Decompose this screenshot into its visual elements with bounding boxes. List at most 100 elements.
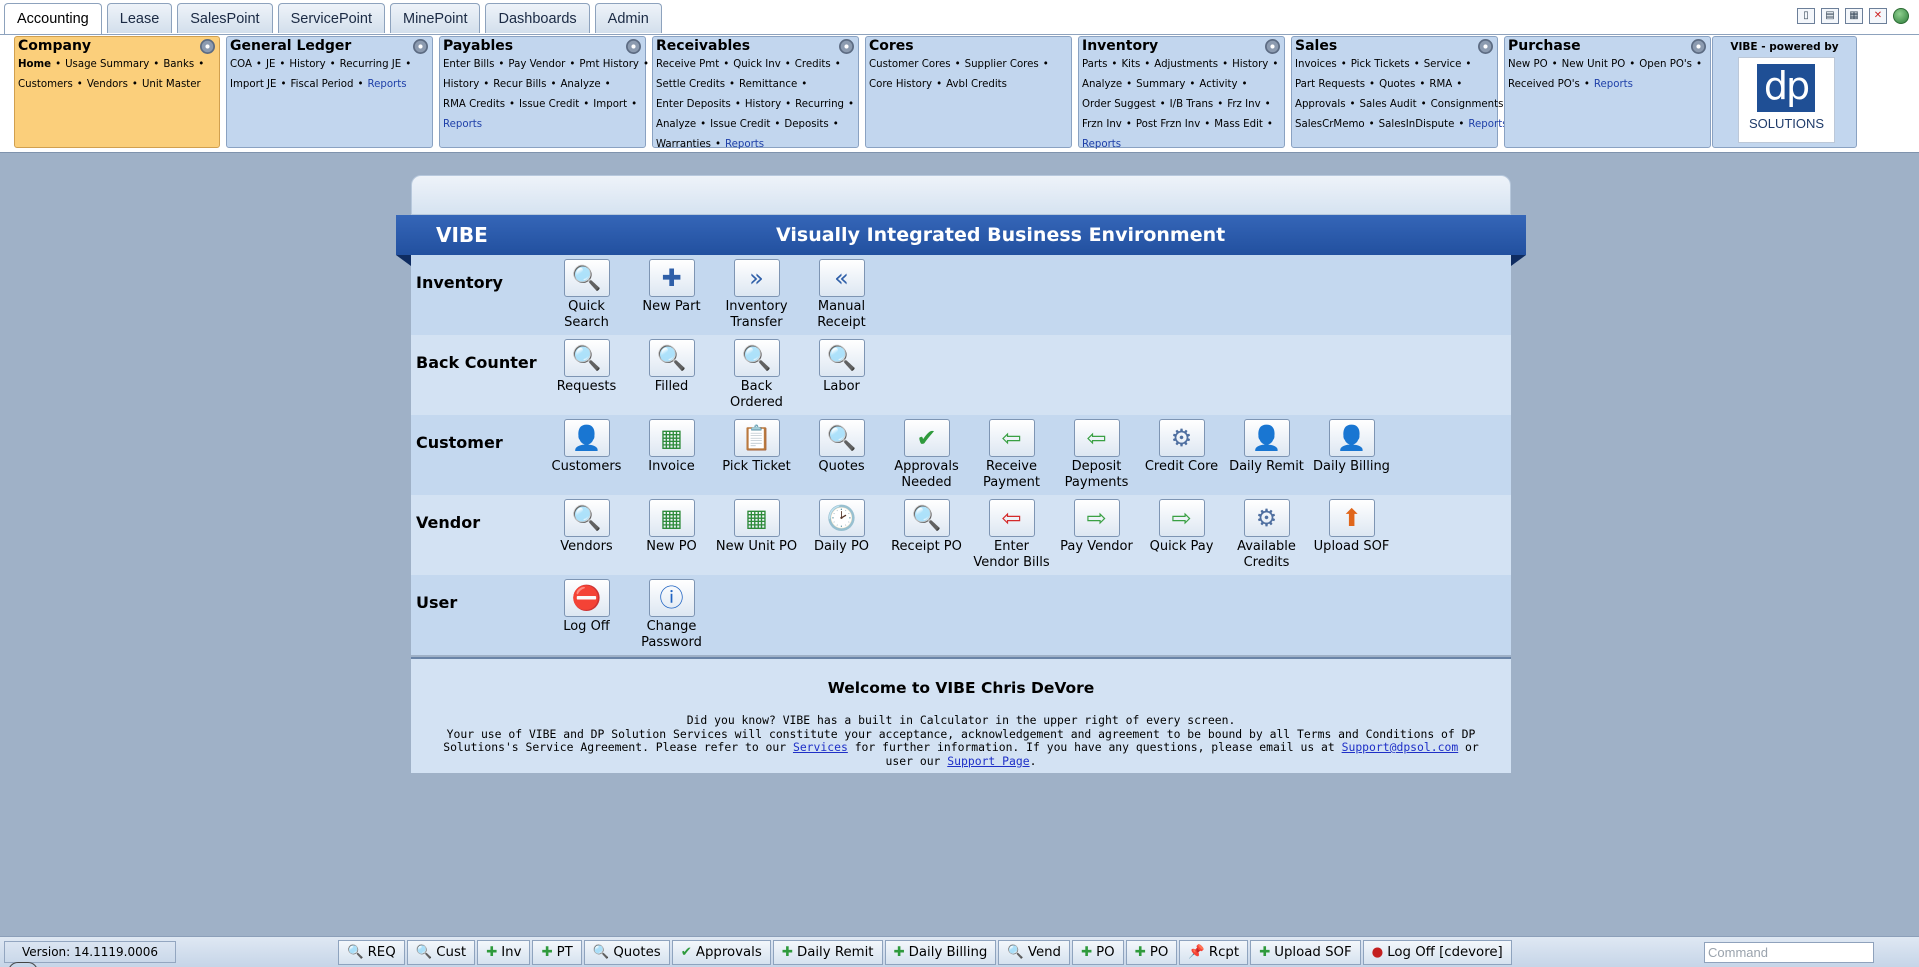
vendors-button[interactable]: 🔍 Vendors bbox=[544, 499, 629, 571]
daily-remit-button[interactable]: 👤 Daily Remit bbox=[1224, 419, 1309, 491]
link-frz-inv[interactable]: Frz Inv bbox=[1227, 99, 1260, 110]
link-history[interactable]: History bbox=[1232, 59, 1268, 70]
link-receive-pmt[interactable]: Receive Pmt bbox=[656, 59, 719, 70]
gear-icon[interactable] bbox=[1478, 39, 1493, 54]
link-enter-bills[interactable]: Enter Bills bbox=[443, 59, 494, 70]
receive-payment-button[interactable]: ⇦ Receive Payment bbox=[969, 419, 1054, 491]
link-rma[interactable]: RMA bbox=[1429, 79, 1452, 90]
tab-admin[interactable]: Admin bbox=[594, 3, 662, 33]
link-import-je[interactable]: Import JE bbox=[230, 79, 277, 90]
link-mass-edit[interactable]: Mass Edit bbox=[1214, 119, 1263, 130]
tab-lease[interactable]: Lease bbox=[106, 3, 173, 33]
link-fiscal-period[interactable]: Fiscal Period bbox=[291, 79, 354, 90]
receipt-po-button[interactable]: 🔍 Receipt PO bbox=[884, 499, 969, 571]
link-kits[interactable]: Kits bbox=[1121, 59, 1140, 70]
inventory-transfer-button[interactable]: » Inventory Transfer bbox=[714, 259, 799, 331]
link-reports[interactable]: Reports bbox=[1082, 139, 1121, 150]
upload-sof-button[interactable]: ⬆ Upload SOF bbox=[1309, 499, 1394, 571]
quick-search-button[interactable]: 🔍 Quick Search bbox=[544, 259, 629, 331]
link-recurring-je[interactable]: Recurring JE bbox=[340, 59, 402, 70]
link-consignments[interactable]: Consignments bbox=[1431, 99, 1504, 110]
link-history[interactable]: History bbox=[443, 79, 479, 90]
link-recurring[interactable]: Recurring bbox=[795, 99, 844, 110]
services-link[interactable]: Services bbox=[793, 740, 848, 754]
link-service[interactable]: Service bbox=[1424, 59, 1462, 70]
link-reports[interactable]: Reports bbox=[1594, 79, 1633, 90]
link-settle-credits[interactable]: Settle Credits bbox=[656, 79, 725, 90]
gear-icon[interactable] bbox=[1691, 39, 1706, 54]
close-windows-icon[interactable]: ✕ bbox=[1869, 8, 1887, 24]
tab-dashboards[interactable]: Dashboards bbox=[485, 3, 590, 33]
gear-icon[interactable] bbox=[1265, 39, 1280, 54]
link-supplier-cores[interactable]: Supplier Cores bbox=[965, 59, 1039, 70]
link-part-requests[interactable]: Part Requests bbox=[1295, 79, 1365, 90]
enter-vendor-bills-button[interactable]: ⇦ Enter Vendor Bills bbox=[969, 499, 1054, 571]
link-issue-credit[interactable]: Issue Credit bbox=[710, 119, 770, 130]
link-issue-credit[interactable]: Issue Credit bbox=[519, 99, 579, 110]
link-remittance[interactable]: Remittance bbox=[739, 79, 797, 90]
command-input[interactable] bbox=[1704, 942, 1874, 963]
link-parts[interactable]: Parts bbox=[1082, 59, 1107, 70]
link-core-history[interactable]: Core History bbox=[869, 79, 932, 90]
back-ordered-button[interactable]: 🔍 Back Ordered bbox=[714, 339, 799, 411]
link-pick-tickets[interactable]: Pick Tickets bbox=[1351, 59, 1410, 70]
quick-upload-sof-button[interactable]: ✚ Upload SOF bbox=[1250, 940, 1361, 965]
link-reports[interactable]: Reports bbox=[367, 79, 406, 90]
single-window-icon[interactable]: ▯ bbox=[1797, 8, 1815, 24]
globe-icon[interactable] bbox=[1893, 8, 1909, 24]
available-credits-button[interactable]: ⚙ Available Credits bbox=[1224, 499, 1309, 571]
quick-po-button[interactable]: ✚ PO bbox=[1072, 940, 1124, 965]
labor-button[interactable]: 🔍 Labor bbox=[799, 339, 884, 411]
daily-po-button[interactable]: 🕑 Daily PO bbox=[799, 499, 884, 571]
link-quotes[interactable]: Quotes bbox=[1379, 79, 1415, 90]
link-invoices[interactable]: Invoices bbox=[1295, 59, 1337, 70]
link-customers[interactable]: Customers bbox=[18, 79, 73, 90]
cascade-windows-icon[interactable]: ▤ bbox=[1821, 8, 1839, 24]
link-salesindispute[interactable]: SalesInDispute bbox=[1379, 119, 1455, 130]
link-banks[interactable]: Banks bbox=[163, 59, 194, 70]
link-rma-credits[interactable]: RMA Credits bbox=[443, 99, 505, 110]
link-customer-cores[interactable]: Customer Cores bbox=[869, 59, 951, 70]
quick-log-off-button[interactable]: ● Log Off [cdevore] bbox=[1362, 940, 1512, 965]
quick-inv-button[interactable]: ✚ Inv bbox=[477, 940, 531, 965]
filled-button[interactable]: 🔍 Filled bbox=[629, 339, 714, 411]
link-je[interactable]: JE bbox=[266, 59, 275, 70]
support-page-link[interactable]: Support Page bbox=[947, 754, 1029, 768]
link-new-po[interactable]: New PO bbox=[1508, 59, 1548, 70]
link-activity[interactable]: Activity bbox=[1199, 79, 1237, 90]
pick-ticket-button[interactable]: 📋 Pick Ticket bbox=[714, 419, 799, 491]
link-frzn-inv[interactable]: Frzn Inv bbox=[1082, 119, 1122, 130]
link-usage-summary[interactable]: Usage Summary bbox=[65, 59, 149, 70]
manual-receipt-button[interactable]: « Manual Receipt bbox=[799, 259, 884, 331]
tab-servicepoint[interactable]: ServicePoint bbox=[277, 3, 385, 33]
link-import[interactable]: Import bbox=[593, 99, 627, 110]
quick-quotes-button[interactable]: 🔍 Quotes bbox=[583, 940, 670, 965]
tile-windows-icon[interactable]: ▦ bbox=[1845, 8, 1863, 24]
link-pmt-history[interactable]: Pmt History bbox=[579, 59, 639, 70]
link-received-pos[interactable]: Received PO's bbox=[1508, 79, 1580, 90]
tab-salespoint[interactable]: SalesPoint bbox=[177, 3, 273, 33]
gear-icon[interactable] bbox=[626, 39, 641, 54]
quick-req-button[interactable]: 🔍 REQ bbox=[338, 940, 405, 965]
link-new-unit-po[interactable]: New Unit PO bbox=[1562, 59, 1626, 70]
link-adjustments[interactable]: Adjustments bbox=[1154, 59, 1218, 70]
link-deposits[interactable]: Deposits bbox=[784, 119, 828, 130]
customers-button[interactable]: 👤 Customers bbox=[544, 419, 629, 491]
quick-pay-button[interactable]: ⇨ Quick Pay bbox=[1139, 499, 1224, 571]
link-ib-trans[interactable]: I/B Trans bbox=[1170, 99, 1214, 110]
pay-vendor-button[interactable]: ⇨ Pay Vendor bbox=[1054, 499, 1139, 571]
link-analyze[interactable]: Analyze bbox=[1082, 79, 1122, 90]
approvals-needed-button[interactable]: ✔ Approvals Needed bbox=[884, 419, 969, 491]
link-analyze[interactable]: Analyze bbox=[560, 79, 600, 90]
link-vendors[interactable]: Vendors bbox=[87, 79, 128, 90]
link-reports[interactable]: Reports bbox=[1468, 119, 1507, 130]
tab-minepoint[interactable]: MinePoint bbox=[390, 3, 481, 33]
link-history[interactable]: History bbox=[745, 99, 781, 110]
link-reports[interactable]: Reports bbox=[725, 139, 764, 150]
new-part-button[interactable]: ✚ New Part bbox=[629, 259, 714, 331]
quick-daily-remit-button[interactable]: ✚ Daily Remit bbox=[772, 940, 883, 965]
change-password-button[interactable]: ⓘ Change Password bbox=[629, 579, 714, 651]
quick-vend-button[interactable]: 🔍 Vend bbox=[998, 940, 1070, 965]
support-email-link[interactable]: Support@dpsol.com bbox=[1342, 740, 1459, 754]
quick-unit-po-button[interactable]: ✚ PO bbox=[1125, 940, 1178, 965]
